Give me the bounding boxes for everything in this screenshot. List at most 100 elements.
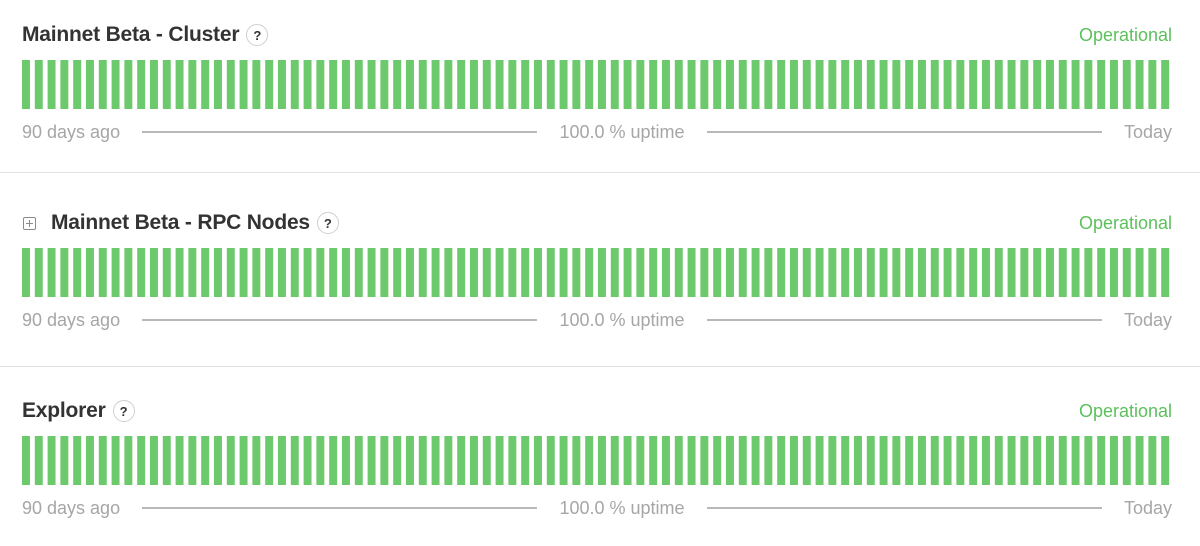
uptime-day-bar[interactable] <box>1046 248 1054 297</box>
uptime-day-bar[interactable] <box>98 436 107 485</box>
uptime-day-bar[interactable] <box>137 248 146 297</box>
uptime-day-bar[interactable] <box>111 60 120 109</box>
uptime-day-bar[interactable] <box>406 60 414 109</box>
uptime-day-bar[interactable] <box>406 248 414 297</box>
uptime-day-bar[interactable] <box>1110 248 1118 297</box>
uptime-day-bar[interactable] <box>201 248 210 297</box>
uptime-day-bar[interactable] <box>1071 248 1080 297</box>
uptime-day-bar[interactable] <box>943 248 952 297</box>
uptime-day-bar[interactable] <box>316 436 325 485</box>
uptime-day-bar[interactable] <box>700 436 709 485</box>
uptime-day-bar[interactable] <box>290 60 299 109</box>
uptime-day-bar[interactable] <box>265 60 274 109</box>
uptime-day-bar[interactable] <box>930 248 939 297</box>
uptime-day-bar[interactable] <box>354 60 363 109</box>
uptime-day-bar[interactable] <box>150 248 158 297</box>
uptime-day-bar[interactable] <box>47 60 56 109</box>
uptime-day-bar[interactable] <box>239 248 248 297</box>
uptime-day-bar[interactable] <box>969 248 978 297</box>
uptime-day-bar[interactable] <box>726 248 734 297</box>
help-question-icon[interactable]: ? <box>112 400 135 422</box>
uptime-day-bar[interactable] <box>1148 248 1157 297</box>
uptime-day-bar[interactable] <box>175 436 184 485</box>
uptime-day-bar[interactable] <box>470 60 478 109</box>
uptime-day-bar[interactable] <box>662 60 670 109</box>
uptime-day-bar[interactable] <box>1084 248 1093 297</box>
uptime-day-bar[interactable] <box>879 60 888 109</box>
uptime-day-bar[interactable] <box>521 248 530 297</box>
uptime-day-bar[interactable] <box>47 436 56 485</box>
uptime-day-bar[interactable] <box>431 60 440 109</box>
uptime-day-bar[interactable] <box>854 60 862 109</box>
uptime-day-bar[interactable] <box>674 60 683 109</box>
uptime-day-bar[interactable] <box>214 60 222 109</box>
uptime-day-bar[interactable] <box>508 60 517 109</box>
uptime-day-bar[interactable] <box>598 248 606 297</box>
uptime-day-bar[interactable] <box>905 60 914 109</box>
uptime-day-bar[interactable] <box>495 60 504 109</box>
uptime-day-bar[interactable] <box>751 436 760 485</box>
uptime-day-bar[interactable] <box>585 248 594 297</box>
uptime-day-bar[interactable] <box>623 436 632 485</box>
uptime-day-bar[interactable] <box>162 60 171 109</box>
uptime-day-bar[interactable] <box>162 248 171 297</box>
uptime-day-bar[interactable] <box>610 436 619 485</box>
uptime-day-bar[interactable] <box>457 60 466 109</box>
uptime-day-bar[interactable] <box>265 436 274 485</box>
uptime-day-bar[interactable] <box>73 60 82 109</box>
uptime-day-bar[interactable] <box>175 60 184 109</box>
uptime-day-bar[interactable] <box>431 436 440 485</box>
uptime-day-bar[interactable] <box>290 436 299 485</box>
uptime-day-bar[interactable] <box>918 60 926 109</box>
uptime-day-bar[interactable] <box>521 60 530 109</box>
uptime-day-bar[interactable] <box>802 436 811 485</box>
uptime-day-bar[interactable] <box>137 60 146 109</box>
uptime-day-bar[interactable] <box>879 436 888 485</box>
uptime-day-bar[interactable] <box>482 248 491 297</box>
uptime-day-bar[interactable] <box>124 248 133 297</box>
uptime-day-bar[interactable] <box>303 248 312 297</box>
uptime-day-bar[interactable] <box>751 60 760 109</box>
uptime-day-bar[interactable] <box>1135 60 1144 109</box>
uptime-day-bar[interactable] <box>278 248 286 297</box>
uptime-day-bar[interactable] <box>290 248 299 297</box>
uptime-day-bar[interactable] <box>457 248 466 297</box>
uptime-day-bar[interactable] <box>367 248 376 297</box>
uptime-day-bar[interactable] <box>994 248 1003 297</box>
uptime-day-bar[interactable] <box>1033 436 1042 485</box>
uptime-day-bar[interactable] <box>1161 248 1170 297</box>
uptime-day-bar[interactable] <box>764 436 773 485</box>
uptime-day-bar[interactable] <box>354 436 363 485</box>
uptime-day-bar[interactable] <box>623 248 632 297</box>
uptime-day-bar[interactable] <box>329 60 338 109</box>
uptime-day-bar[interactable] <box>329 248 338 297</box>
uptime-day-bar[interactable] <box>316 248 325 297</box>
component-name[interactable]: Mainnet Beta - RPC Nodes <box>51 211 310 235</box>
uptime-day-bar[interactable] <box>649 60 658 109</box>
uptime-day-bar[interactable] <box>854 248 862 297</box>
uptime-day-bar[interactable] <box>1007 248 1016 297</box>
uptime-day-bar[interactable] <box>60 60 69 109</box>
uptime-day-bar[interactable] <box>828 248 837 297</box>
uptime-day-bar[interactable] <box>1148 60 1157 109</box>
uptime-day-bar[interactable] <box>444 60 453 109</box>
uptime-day-bar[interactable] <box>111 248 120 297</box>
help-question-icon[interactable]: ? <box>246 24 269 46</box>
uptime-day-bar[interactable] <box>815 60 824 109</box>
uptime-day-bar[interactable] <box>726 60 734 109</box>
uptime-day-bar[interactable] <box>367 60 376 109</box>
uptime-day-bar[interactable] <box>86 248 94 297</box>
uptime-day-bar[interactable] <box>700 60 709 109</box>
uptime-day-bar[interactable] <box>777 436 786 485</box>
uptime-day-bar[interactable] <box>482 60 491 109</box>
uptime-day-bar[interactable] <box>636 60 645 109</box>
uptime-day-bar[interactable] <box>444 248 453 297</box>
uptime-day-bar[interactable] <box>610 60 619 109</box>
uptime-day-bar[interactable] <box>930 60 939 109</box>
uptime-day-bar[interactable] <box>662 248 670 297</box>
uptime-day-bar[interactable] <box>342 248 350 297</box>
uptime-day-bar[interactable] <box>943 436 952 485</box>
uptime-day-bar[interactable] <box>982 248 990 297</box>
uptime-day-bar[interactable] <box>1097 248 1106 297</box>
expand-plus-icon[interactable] <box>23 216 36 230</box>
